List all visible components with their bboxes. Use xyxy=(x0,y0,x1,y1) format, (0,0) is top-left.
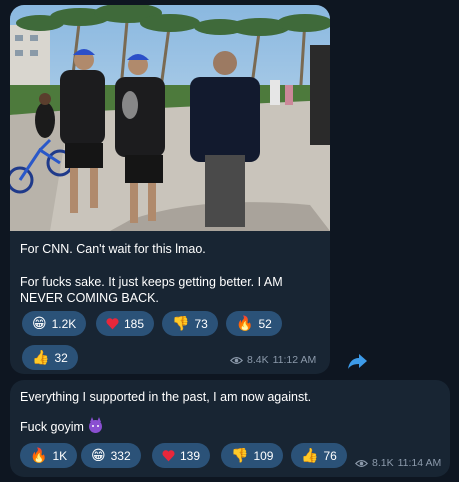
message-2-line-1: Everything I supported in the past, I am… xyxy=(20,390,312,404)
message-2-line-2: Fuck goyim xyxy=(20,420,84,434)
message-bubble-2: Everything I supported in the past, I am… xyxy=(10,380,450,477)
message-1-meta: 8.4K 11:12 AM xyxy=(230,354,316,366)
reaction-count: 139 xyxy=(180,448,201,463)
reaction-grinning[interactable]: 😁 1.2K xyxy=(22,311,87,336)
reaction-heart[interactable]: 185 xyxy=(96,311,155,336)
message-1-line-1: For CNN. Can't wait for this lmao. xyxy=(20,242,206,256)
reaction-thumbs-up[interactable]: 👍 32 xyxy=(22,345,78,370)
message-time: 11:14 AM xyxy=(397,457,442,469)
reaction-count: 109 xyxy=(253,448,274,463)
view-count: 8.1K xyxy=(372,457,394,469)
reaction-fire[interactable]: 🔥 52 xyxy=(226,311,282,336)
thumbs-up-icon: 👍 xyxy=(301,447,319,464)
reaction-thumbs-up[interactable]: 👍 76 xyxy=(291,443,347,468)
reaction-thumbs-down[interactable]: 👎 73 xyxy=(162,311,218,336)
reaction-count: 73 xyxy=(194,316,208,331)
eye-icon xyxy=(230,356,243,364)
reaction-fire[interactable]: 🔥 1K xyxy=(20,443,78,468)
reaction-count: 52 xyxy=(258,316,272,331)
fire-icon: 🔥 xyxy=(236,315,254,332)
reaction-count: 332 xyxy=(110,448,131,463)
reaction-count: 185 xyxy=(124,316,145,331)
heart-icon xyxy=(106,317,119,329)
reaction-grinning[interactable]: 😁 332 xyxy=(81,443,141,468)
heart-icon xyxy=(162,449,175,461)
thumbs-up-icon: 👍 xyxy=(32,349,50,366)
message-time: 11:12 AM xyxy=(272,354,317,366)
grinning-face-icon: 😁 xyxy=(91,447,106,464)
thumbs-down-icon: 👎 xyxy=(172,315,190,332)
message-bubble-1: For CNN. Can't wait for this lmao. For f… xyxy=(10,5,330,374)
view-count: 8.4K xyxy=(247,354,269,366)
fire-icon: 🔥 xyxy=(30,447,48,464)
smiling-imp-icon xyxy=(89,417,103,433)
thumbs-down-icon: 👎 xyxy=(231,447,249,464)
reaction-count: 76 xyxy=(323,448,337,463)
reaction-count: 32 xyxy=(54,350,68,365)
reaction-count: 1K xyxy=(52,448,68,463)
grinning-face-icon: 😁 xyxy=(32,315,47,332)
eye-icon xyxy=(355,459,368,467)
message-photo[interactable] xyxy=(10,5,330,231)
reaction-thumbs-down[interactable]: 👎 109 xyxy=(221,443,284,468)
reaction-count: 1.2K xyxy=(51,316,77,331)
message-2-meta: 8.1K 11:14 AM xyxy=(355,457,441,469)
share-forward-icon[interactable] xyxy=(345,349,369,373)
message-1-line-2: For fucks sake. It just keeps getting be… xyxy=(20,275,283,305)
reaction-heart[interactable]: 139 xyxy=(152,443,211,468)
